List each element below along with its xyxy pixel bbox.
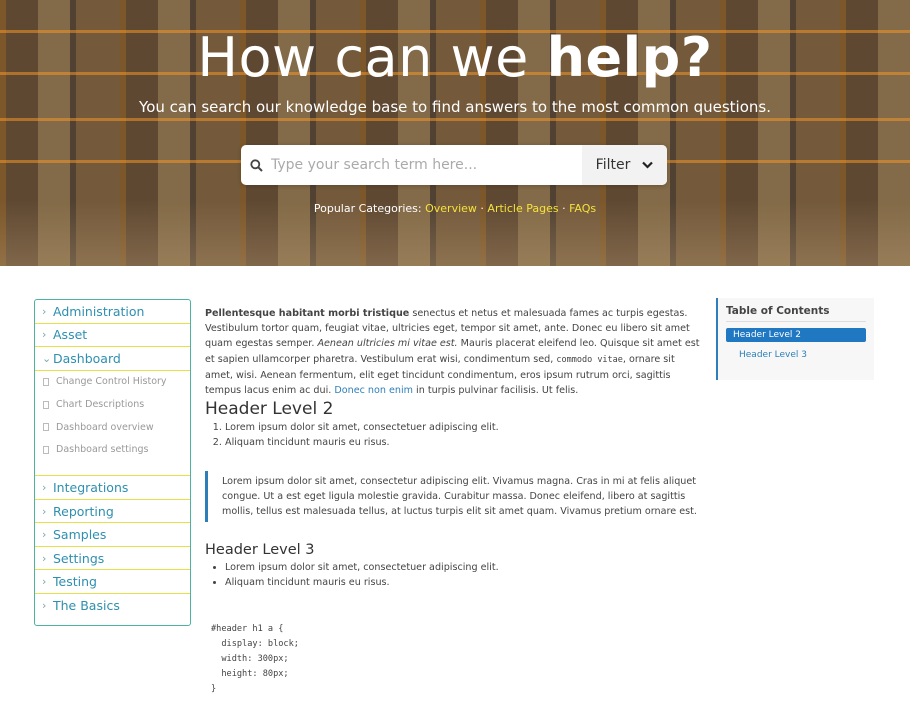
document-icon [43,445,49,454]
category-link-overview[interactable]: Overview [425,202,477,215]
list-item: Lorem ipsum dolor sit amet, consectetuer… [225,420,705,435]
document-icon [43,377,49,386]
hero-title: How can we help? [197,26,713,89]
toc-item-header-level-2[interactable]: Header Level 2 [726,328,866,342]
chevron-right-icon: › [42,504,47,518]
category-link-faqs[interactable]: FAQs [569,202,596,215]
toc-title: Table of Contents [726,305,866,322]
search-bar: Filter [241,145,667,185]
hero-banner: How can we help? You can search our know… [0,0,910,266]
filter-dropdown[interactable]: Filter [582,145,667,185]
sidebar-subitem-chart-descriptions[interactable]: Chart Descriptions [35,393,190,416]
chevron-right-icon: › [42,481,47,494]
inline-link[interactable]: Donec non enim [334,385,413,396]
unordered-list: Lorem ipsum dolor sit amet, consectetuer… [205,560,705,590]
filter-label: Filter [595,157,631,173]
document-icon [43,423,49,432]
sidebar-item-asset[interactable]: › Asset [35,324,190,347]
hero-subtitle: You can search our knowledge base to fin… [139,98,771,116]
popular-categories: Popular Categories: Overview · Article P… [313,202,597,215]
list-item: Aliquam tincidunt mauris eu risus. [225,435,705,450]
search-icon [241,145,271,185]
chevron-right-icon: › [42,528,47,541]
article-content: Pellentesque habitant morbi tristique se… [205,306,705,697]
category-sidebar: › Administration › Asset ⌄ Dashboard Change… [34,299,191,626]
chevron-right-icon: › [42,575,47,588]
list-item: Aliquam tincidunt mauris eu risus. [225,575,705,590]
chevron-down-icon: ⌄ [42,351,52,365]
sidebar-subitem-dashboard-settings[interactable]: Dashboard settings [35,439,190,462]
sidebar-item-reporting[interactable]: › Reporting [35,500,190,524]
code-block: #header h1 a { display: block; width: 30… [211,623,299,694]
chevron-right-icon: › [42,304,47,318]
toc-item-header-level-3[interactable]: Header Level 3 [726,342,866,360]
chevron-right-icon: › [42,599,47,612]
search-input[interactable] [271,145,582,185]
sidebar-item-administration[interactable]: › Administration [35,300,190,324]
chevron-down-icon [642,157,654,173]
list-item: Lorem ipsum dolor sit amet, consectetuer… [225,560,705,575]
sidebar-subitem-dashboard-overview[interactable]: Dashboard overview [35,416,190,439]
chevron-right-icon: › [42,551,47,565]
header-level-2: Header Level 2 [205,399,334,420]
sidebar-subitem-change-control-history[interactable]: Change Control History [35,371,190,394]
chevron-right-icon: › [42,328,47,342]
blockquote: Lorem ipsum dolor sit amet, consectetur … [205,470,705,523]
ordered-list: Lorem ipsum dolor sit amet, consectetuer… [205,420,705,450]
sidebar-item-settings[interactable]: › Settings [35,547,190,571]
header-level-3: Header Level 3 [205,542,315,559]
sidebar-item-dashboard[interactable]: ⌄ Dashboard [35,347,190,371]
sidebar-item-samples[interactable]: › Samples [35,523,190,547]
sidebar-item-testing[interactable]: › Testing [35,570,190,594]
sidebar-item-integrations[interactable]: › Integrations [35,476,190,500]
intro-paragraph: Pellentesque habitant morbi tristique se… [205,308,700,397]
document-icon [43,400,49,409]
sidebar-item-the-basics[interactable]: › The Basics [35,594,190,618]
table-of-contents: Table of Contents Header Level 2 Header … [716,298,874,380]
category-link-article-pages[interactable]: Article Pages [487,202,558,215]
